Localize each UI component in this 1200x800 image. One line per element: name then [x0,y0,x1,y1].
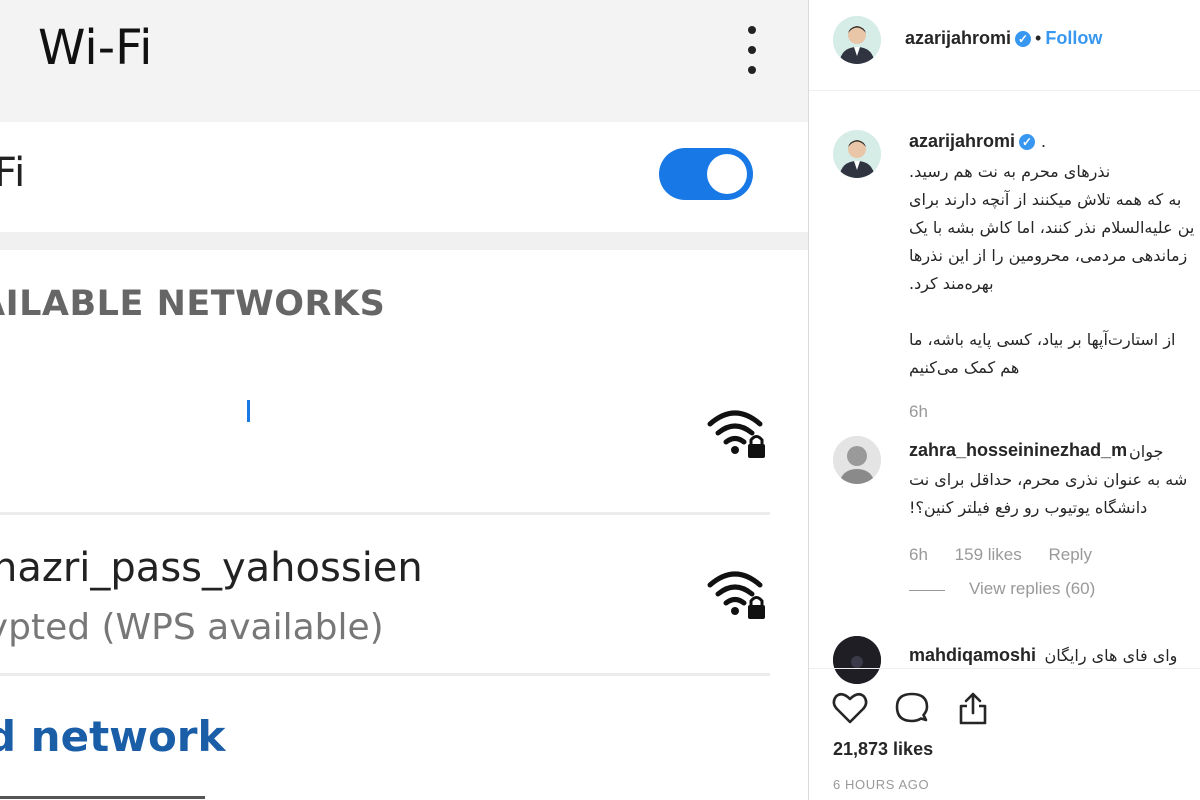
post-header: azarijahromi ✓ • Follow [809,0,1200,91]
wifi-toggle-label: Fi [0,150,26,196]
share-icon[interactable] [954,689,992,727]
caption-line: .بهره‌مند کرد [909,274,994,293]
divider [0,796,205,799]
network-status: rypted (WPS available) [0,607,384,648]
like-count[interactable]: 21,873 likes [833,739,933,760]
text-cursor [247,400,250,422]
caption-line: .نذرهای محرم به نت هم رسید [909,162,1111,181]
comment-likes[interactable]: 159 likes [955,545,1022,564]
username[interactable]: azarijahromi [905,28,1011,48]
divider [0,232,808,250]
caption-suffix: . [1041,131,1047,151]
divider [0,108,808,122]
wifi-toggle-row[interactable]: Fi [0,122,808,232]
add-network-link[interactable]: d network [0,712,225,761]
view-replies-button[interactable]: View replies (60) [969,579,1095,599]
divider [0,512,770,515]
switch-knob [707,154,747,194]
comment-icon[interactable] [893,689,931,727]
wifi-toggle-switch[interactable] [659,148,753,200]
available-networks-header: AILABLE NETWORKS [0,284,386,324]
separator: • [1035,28,1042,48]
page-title: Wi-Fi [38,20,153,76]
username[interactable]: mahdiqamoshi [909,645,1036,665]
post-timestamp: 6 HOURS AGO [833,777,930,792]
network-name: _nazri_pass_yahossien [0,545,423,591]
wifi-lock-icon [707,571,765,619]
follow-button[interactable]: Follow [1045,28,1102,48]
divider [0,673,770,676]
avatar[interactable] [833,130,881,178]
comment-user-line: mahdiqamoshi وای فای های رایگان [909,642,1177,670]
caption-text: .نذرهای محرم به نت هم رسید به که همه تلا… [909,158,1200,382]
network-item[interactable] [0,360,770,512]
network-item[interactable]: _nazri_pass_yahossien rypted (WPS availa… [0,517,770,673]
wifi-lock-icon [707,410,765,458]
caption-line: زماندهی مردمی، محرومین را از این نذرها [909,246,1188,265]
verified-badge-icon: ✓ [1019,134,1036,150]
wifi-settings-screenshot: Wi-Fi Fi AILABLE NETWORKS _nazri_pass_ya… [0,0,808,800]
comment-meta: 6h 159 likes Reply [909,545,1114,565]
comment-line: جوان [1129,442,1164,461]
avatar-icon [833,436,881,484]
heart-icon[interactable] [831,689,869,727]
caption-line: به که همه تلاش میکنند از آنچه دارند برای [909,190,1182,209]
replies-line [909,590,945,591]
reply-button[interactable]: Reply [1049,545,1092,564]
comment-line: وای فای های رایگان [1044,646,1178,665]
comment-text: جوان شه به عنوان نذری محرم، حداقل برای ن… [909,438,1200,522]
avatar[interactable] [833,16,881,64]
caption-line: ین علیه‌السلام نذر کنند، اما کاش بشه با … [909,218,1195,237]
avatar[interactable] [833,436,881,484]
caption-user-line: azarijahromi ✓. [909,131,1046,152]
comment-line: شه به عنوان نذری محرم، حداقل برای نت [909,470,1188,489]
overflow-menu-icon[interactable] [738,22,766,78]
caption-line: هم کمک می‌کنیم [909,358,1020,377]
header-user-line: azarijahromi ✓ • Follow [905,28,1102,49]
instagram-post-panel: azarijahromi ✓ • Follow azarijahromi ✓. .نذر… [808,0,1200,800]
app-bar: Wi-Fi [0,0,808,108]
caption-time: 6h [909,402,928,421]
avatar-icon [833,130,881,178]
post-actions: 21,873 likes 6 HOURS AGO [809,668,1200,800]
caption-meta: 6h [909,402,950,422]
verified-badge-icon: ✓ [1015,31,1032,47]
comment-line: !دانشگاه یوتیوب رو رفع فیلتر کنین؟ [909,498,1148,517]
caption-line: از استارت‌آپها بر بیاد، کسی پایه باشه، م… [909,330,1176,349]
comment-time: 6h [909,545,928,564]
avatar-icon [833,16,881,64]
username[interactable]: azarijahromi [909,131,1015,151]
